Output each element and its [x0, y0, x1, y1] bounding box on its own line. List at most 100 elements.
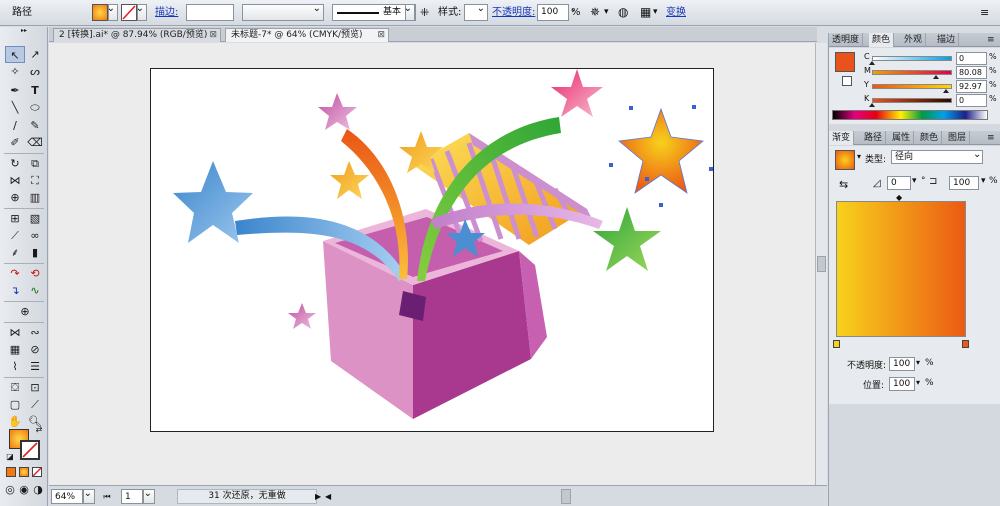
- eyedropper-tool-icon[interactable]: ⟋: [5, 227, 25, 244]
- recolor-dropdown-icon[interactable]: ▾: [604, 4, 609, 21]
- anchor-point-tool-icon[interactable]: ↷: [5, 265, 25, 282]
- opacity-link[interactable]: 不透明度:: [492, 4, 535, 21]
- cyan-value[interactable]: 0: [956, 52, 987, 65]
- canvas-area[interactable]: [49, 43, 815, 485]
- stop-location-dropdown-icon[interactable]: ▾: [916, 378, 920, 387]
- cyan-slider[interactable]: [872, 56, 952, 61]
- arrange-dropdown-icon[interactable]: ▾: [653, 4, 658, 21]
- brush-definition-field[interactable]: 基本: [332, 3, 416, 21]
- screen-mode-icon[interactable]: ◑: [31, 483, 45, 497]
- live-paint-bucket-tool-icon[interactable]: ⛋: [5, 379, 25, 396]
- shape-builder-tool-icon[interactable]: ⊕: [5, 189, 25, 206]
- angle-dropdown-icon[interactable]: ▾: [912, 176, 917, 186]
- artboard[interactable]: [150, 68, 714, 432]
- tab-layers[interactable]: 图层: [945, 131, 971, 145]
- angle-field[interactable]: 0: [887, 176, 911, 190]
- line-tool-icon[interactable]: ╲: [5, 99, 25, 116]
- zoom-dropdown[interactable]: [83, 488, 95, 504]
- vertical-scroll-thumb[interactable]: [817, 256, 826, 272]
- magic-wand-tool-icon[interactable]: ✧: [5, 63, 25, 80]
- first-page-icon[interactable]: ⏮: [101, 489, 113, 504]
- gradient-stop-end[interactable]: [962, 340, 969, 348]
- stop-opacity-dropdown-icon[interactable]: ▾: [916, 358, 920, 367]
- blend-tool-icon[interactable]: ∞: [25, 227, 45, 244]
- live-paint-selection-tool-icon[interactable]: ⊡: [25, 379, 45, 396]
- stroke-color-swatch[interactable]: [20, 440, 40, 460]
- ellipse-tool-icon[interactable]: ⬭: [25, 99, 45, 116]
- graphic-style-dropdown[interactable]: [464, 3, 488, 21]
- shaper-tool-icon[interactable]: ↴: [5, 282, 25, 299]
- yellow-slider-thumb[interactable]: [943, 89, 949, 93]
- perspective-grid-tool-icon[interactable]: ▥: [25, 189, 45, 206]
- tab-document-1[interactable]: 2 [转换].ai* @ 87.94% (RGB/预览) ⊠: [53, 28, 221, 42]
- black-slider-thumb[interactable]: [869, 103, 875, 107]
- tab-pathfinder[interactable]: 路径: [861, 131, 887, 145]
- panel-menu-icon[interactable]: ≡: [984, 33, 998, 47]
- stop-opacity-field[interactable]: 100: [889, 357, 915, 371]
- align-tool-icon[interactable]: ☰: [25, 358, 45, 375]
- stop-location-field[interactable]: 100: [889, 377, 915, 391]
- selection-tool-icon[interactable]: ↖: [5, 46, 25, 63]
- brush-dropdown[interactable]: [404, 3, 415, 21]
- graph-line-tool-icon[interactable]: ⌇: [5, 358, 25, 375]
- column-graph-tool-icon[interactable]: ▮: [25, 244, 45, 261]
- arrange-icon[interactable]: ▦: [640, 4, 651, 21]
- align-icon[interactable]: ⁜: [420, 4, 429, 21]
- color-mode-icon[interactable]: [6, 467, 16, 477]
- envelope-tool-icon[interactable]: ⊘: [25, 341, 45, 358]
- crosshair-tool-icon[interactable]: ⊕: [15, 303, 35, 320]
- tab-transparency[interactable]: 透明度: [829, 33, 864, 47]
- width-tool-icon[interactable]: ⋈: [5, 172, 25, 189]
- black-slider[interactable]: [872, 98, 952, 103]
- gradient-slider-preview[interactable]: [836, 201, 966, 337]
- eraser-tool-icon[interactable]: ⌫: [25, 134, 45, 151]
- tab-appearance[interactable]: 外观: [901, 33, 927, 47]
- none-mode-icon[interactable]: [32, 467, 42, 477]
- gradient-stop-start[interactable]: [833, 340, 840, 348]
- artboard-tool-icon[interactable]: ▢: [5, 396, 25, 413]
- toolbox-grip-icon[interactable]: ▸▸: [2, 28, 46, 34]
- transform-link[interactable]: 变换: [666, 4, 686, 21]
- horizontal-scroll-thumb[interactable]: [561, 489, 571, 504]
- color-spectrum-bar[interactable]: [832, 110, 988, 120]
- panel-menu-icon[interactable]: ≡: [984, 131, 998, 145]
- tab-color-guide[interactable]: 颜色: [917, 131, 943, 145]
- pen-tool-icon[interactable]: ✒: [5, 82, 25, 99]
- mesh-tool-icon[interactable]: ⊞: [5, 210, 25, 227]
- type-tool-icon[interactable]: T: [25, 82, 45, 99]
- direct-selection-tool-icon[interactable]: ↗: [25, 46, 45, 63]
- isolate-icon[interactable]: ◍: [618, 4, 628, 21]
- close-icon[interactable]: ⊠: [377, 29, 385, 42]
- tab-attributes[interactable]: 属性: [889, 131, 915, 145]
- paintbrush-tool-icon[interactable]: ∕: [5, 117, 25, 134]
- tab-stroke[interactable]: 描边: [934, 33, 960, 47]
- swap-fill-stroke-icon[interactable]: ⇄: [33, 425, 45, 435]
- variable-width-dropdown[interactable]: [242, 3, 324, 21]
- grid-tool-icon[interactable]: ▦: [5, 341, 25, 358]
- tab-document-2[interactable]: 未标题-7* @ 64% (CMYK/预览) ⊠: [225, 28, 389, 42]
- symbol-sprayer-tool-icon[interactable]: ⸙: [5, 244, 25, 261]
- page-dropdown[interactable]: [143, 488, 155, 504]
- scale-tool-icon[interactable]: ⧉: [25, 155, 45, 172]
- pencil-tool-icon[interactable]: ✎: [25, 117, 45, 134]
- yellow-value[interactable]: 92.97: [956, 80, 987, 93]
- draw-behind-icon[interactable]: ◉: [17, 483, 31, 497]
- default-fill-stroke-icon[interactable]: ◪: [5, 452, 15, 462]
- scroll-left-icon[interactable]: ◀: [325, 489, 331, 504]
- selected-orange-star[interactable]: [618, 107, 704, 194]
- lasso-tool-icon[interactable]: ᔕ: [25, 63, 45, 80]
- stroke-link[interactable]: 描边:: [155, 4, 178, 21]
- tab-color[interactable]: 颜色: [869, 33, 895, 47]
- reverse-gradient-icon[interactable]: ⇆: [839, 178, 848, 191]
- recolor-icon[interactable]: ✵: [590, 4, 600, 21]
- vertical-scrollbar[interactable]: [815, 43, 827, 485]
- aspect-ratio-dropdown-icon[interactable]: ▾: [981, 176, 986, 186]
- warp-tool-icon[interactable]: ⋈: [5, 324, 25, 341]
- gradient-preview-dropdown-icon[interactable]: ▾: [857, 152, 861, 161]
- panel-menu-icon[interactable]: ≡: [980, 4, 989, 21]
- stroke-swatch[interactable]: [121, 4, 137, 21]
- chevron-down-icon[interactable]: ⌄: [973, 149, 981, 160]
- stroke-dropdown[interactable]: [136, 3, 147, 21]
- cyan-slider-thumb[interactable]: [869, 61, 875, 65]
- twirl-tool-icon[interactable]: ∾: [25, 324, 45, 341]
